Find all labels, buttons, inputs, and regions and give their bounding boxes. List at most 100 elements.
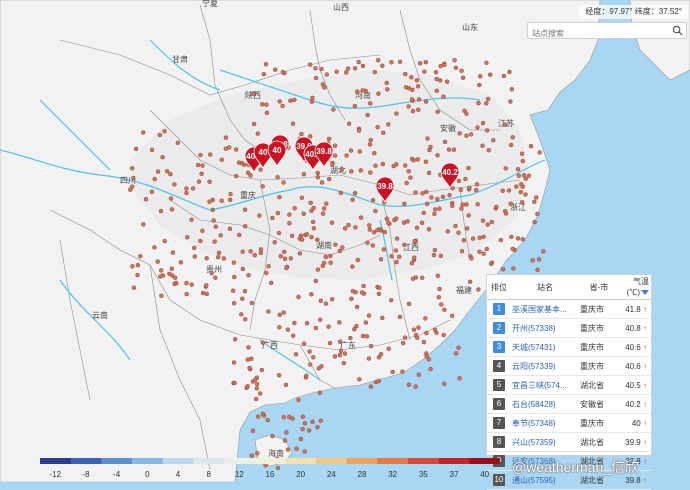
station-dot[interactable]	[441, 94, 446, 99]
station-dot[interactable]	[408, 175, 413, 180]
station-dot[interactable]	[480, 218, 486, 223]
station-dot[interactable]	[423, 159, 429, 164]
station-dot[interactable]	[425, 136, 430, 141]
station-dot[interactable]	[419, 220, 425, 226]
station-dot[interactable]	[401, 340, 406, 346]
station-link[interactable]: 兴山(57359)	[512, 437, 556, 448]
search-icon[interactable]	[672, 25, 683, 36]
station-dot[interactable]	[376, 91, 381, 96]
table-row[interactable]: 3 天城(57431) 重庆市 40.6 ↑	[487, 337, 651, 357]
station-dot[interactable]	[515, 236, 521, 241]
station-dot[interactable]	[445, 229, 450, 234]
station-dot[interactable]	[218, 233, 223, 238]
station-dot[interactable]	[468, 132, 474, 137]
station-dot[interactable]	[304, 321, 310, 326]
station-dot[interactable]	[464, 111, 469, 116]
station-cell[interactable]: 巫溪国家基本...	[511, 299, 579, 319]
station-dot[interactable]	[464, 202, 469, 207]
station-dot[interactable]	[397, 314, 403, 320]
station-dot[interactable]	[170, 250, 176, 255]
station-dot[interactable]	[456, 178, 462, 184]
station-dot[interactable]	[344, 153, 349, 158]
station-dot[interactable]	[172, 182, 177, 187]
station-dot[interactable]	[231, 360, 237, 365]
station-dot[interactable]	[435, 153, 440, 158]
station-dot[interactable]	[433, 70, 439, 75]
station-dot[interactable]	[318, 418, 323, 423]
station-dot[interactable]	[240, 249, 245, 254]
station-dot[interactable]	[502, 122, 508, 127]
station-dot[interactable]	[143, 196, 149, 202]
station-dot[interactable]	[307, 349, 312, 354]
station-dot[interactable]	[319, 66, 324, 72]
station-dot[interactable]	[294, 446, 299, 451]
station-dot[interactable]	[340, 245, 345, 250]
station-dot[interactable]	[292, 97, 297, 103]
station-dot[interactable]	[215, 255, 221, 260]
station-dot[interactable]	[491, 137, 496, 143]
station-cell[interactable]: 开州(57338)	[511, 318, 579, 338]
header-temperature[interactable]: 气温(℃)	[619, 275, 651, 300]
station-dot[interactable]	[453, 351, 459, 356]
station-dot[interactable]	[298, 436, 304, 442]
station-dot[interactable]	[213, 224, 219, 229]
station-dot[interactable]	[308, 200, 313, 206]
station-link[interactable]: 奉节(57348)	[512, 418, 556, 429]
station-dot[interactable]	[288, 98, 293, 104]
station-dot[interactable]	[511, 266, 516, 271]
station-dot[interactable]	[536, 257, 542, 262]
station-dot[interactable]	[420, 191, 425, 196]
station-dot[interactable]	[460, 75, 466, 80]
station-dot[interactable]	[456, 345, 461, 350]
station-dot[interactable]	[169, 207, 175, 212]
station-dot[interactable]	[484, 128, 490, 133]
station-dot[interactable]	[440, 194, 446, 200]
station-dot[interactable]	[338, 190, 343, 196]
station-dot[interactable]	[438, 253, 444, 259]
station-dot[interactable]	[467, 185, 472, 191]
station-dot[interactable]	[402, 335, 408, 340]
station-dot[interactable]	[516, 173, 521, 178]
station-dot[interactable]	[184, 291, 189, 297]
station-dot[interactable]	[332, 153, 338, 158]
station-dot[interactable]	[437, 206, 442, 211]
station-dot[interactable]	[384, 80, 389, 86]
station-dot[interactable]	[420, 275, 425, 280]
station-dot[interactable]	[464, 133, 469, 138]
station-dot[interactable]	[160, 154, 165, 160]
station-dot[interactable]	[368, 170, 373, 175]
station-dot[interactable]	[269, 280, 274, 286]
station-dot[interactable]	[361, 283, 366, 289]
station-dot[interactable]	[477, 235, 482, 241]
station-dot[interactable]	[281, 180, 286, 185]
station-cell[interactable]: 石台(58428)	[511, 394, 579, 414]
station-dot[interactable]	[393, 248, 398, 253]
station-dot[interactable]	[424, 201, 430, 207]
station-dot[interactable]	[394, 236, 400, 241]
station-dot[interactable]	[284, 430, 289, 435]
station-dot[interactable]	[394, 259, 399, 265]
table-row[interactable]: 1 巫溪国家基本... 重庆市 41.8 ↑	[487, 299, 651, 319]
station-dot[interactable]	[377, 285, 382, 290]
station-dot[interactable]	[403, 71, 408, 77]
station-dot[interactable]	[313, 325, 319, 331]
station-dot[interactable]	[489, 219, 494, 225]
station-dot[interactable]	[453, 65, 459, 71]
station-dot[interactable]	[458, 187, 463, 193]
station-dot[interactable]	[510, 135, 515, 140]
station-dot[interactable]	[277, 325, 282, 330]
station-dot[interactable]	[409, 75, 414, 80]
station-dot[interactable]	[510, 246, 515, 252]
station-dot[interactable]	[520, 237, 525, 242]
station-dot[interactable]	[520, 158, 525, 164]
station-dot[interactable]	[158, 268, 164, 273]
station-dot[interactable]	[375, 124, 380, 130]
station-dot[interactable]	[534, 195, 539, 200]
station-dot[interactable]	[155, 169, 161, 174]
station-dot[interactable]	[519, 151, 525, 156]
station-dot[interactable]	[249, 300, 255, 306]
station-dot[interactable]	[352, 190, 358, 196]
station-dot[interactable]	[299, 195, 305, 201]
station-dot[interactable]	[508, 142, 514, 148]
station-dot[interactable]	[360, 333, 366, 339]
